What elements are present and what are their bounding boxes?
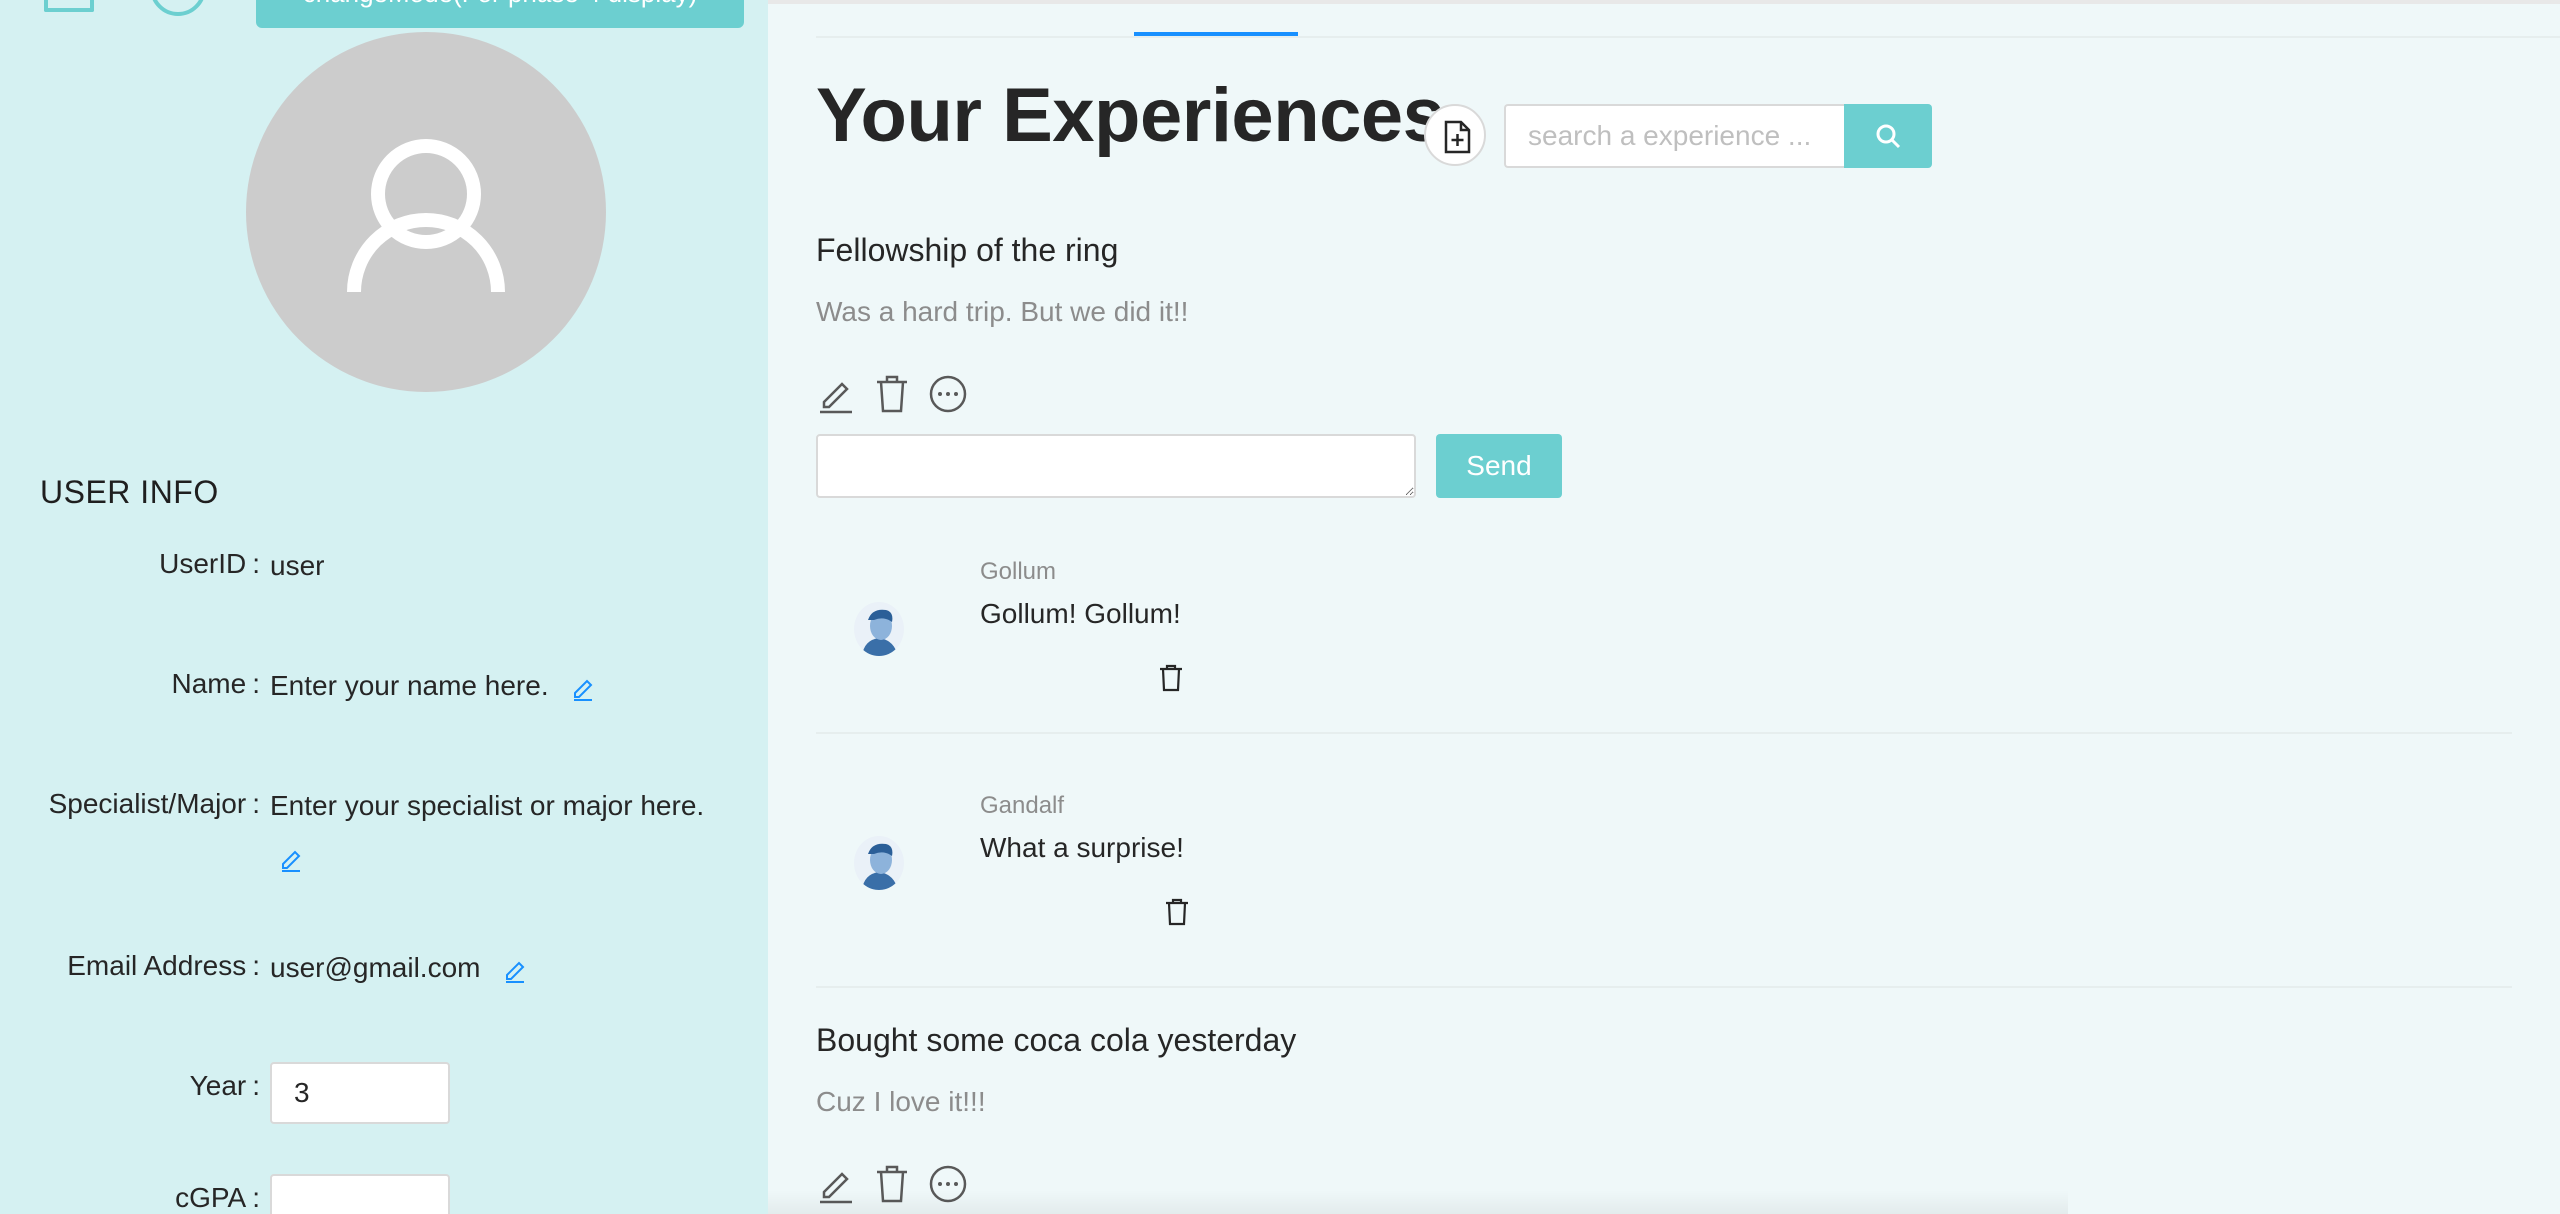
name-value: Enter your name here. [270,670,596,702]
active-tab-indicator [1134,32,1298,36]
cgpa-row: cGPA: [0,1174,768,1214]
page-title: Your Experiences [816,73,1445,158]
search-button[interactable] [1844,104,1932,168]
comment-item: Gandalf What a surprise! [816,792,2512,1006]
userid-label: UserID: [159,548,260,579]
edit-name-icon[interactable] [570,675,596,701]
major-label: Specialist/Major: [48,788,260,819]
year-label: Year: [189,1070,260,1101]
name-text: Enter your name here. [270,670,549,701]
send-button[interactable]: Send [1436,434,1562,498]
email-text: user@gmail.com [270,952,481,983]
comment-divider [816,986,2512,988]
add-experience-button[interactable] [1424,104,1486,166]
year-row: Year: [0,1062,768,1130]
user-info-heading: USER INFO [40,474,219,510]
file-add-icon [1444,120,1471,154]
cgpa-input[interactable] [270,1174,450,1214]
bottom-shadow [768,1190,2068,1214]
comment-divider [816,732,2512,734]
email-value: user@gmail.com [270,952,528,984]
menu-icon[interactable] [44,0,94,12]
edit-email-icon[interactable] [502,957,528,983]
comment-author: Gollum [980,558,1057,585]
experience-title: Fellowship of the ring [816,232,1119,268]
sidebar: changeMode(For phase 4 display) USER INF… [0,0,768,1214]
search-input[interactable] [1504,104,1844,168]
edit-major-icon[interactable] [278,846,304,872]
year-input[interactable] [270,1062,450,1124]
cgpa-label: cGPA: [175,1182,260,1213]
major-value: Enter your specialist or major here. [270,790,705,821]
search-icon [1876,124,1901,149]
delete-comment-icon[interactable] [1164,898,1190,926]
userid-row: UserID: user [0,548,768,608]
message-icon[interactable] [928,374,968,414]
tabs-divider [816,36,2560,38]
experience-description: Cuz I love it!!! [816,1086,986,1117]
top-border [768,0,2560,4]
user-icon [347,139,505,293]
profile-icon[interactable] [150,0,206,16]
delete-comment-icon[interactable] [1158,664,1184,692]
userid-value: user [270,550,325,581]
comment-input[interactable] [816,434,1416,498]
delete-icon[interactable] [872,374,912,414]
comment-author: Gandalf [980,792,1065,819]
main-content: Your Experiences Fellowship of the ring … [768,0,2560,1214]
name-row: Name: Enter your name here. [0,668,768,728]
experience-description: Was a hard trip. But we did it!! [816,296,1189,327]
profile-avatar [246,32,606,392]
major-row: Specialist/Major: Enter your specialist … [0,788,768,898]
email-label: Email Address: [67,950,260,981]
comment-content: Gollum! Gollum! [980,598,1181,629]
commenter-avatar [854,836,904,890]
name-label: Name: [171,668,260,699]
email-row: Email Address: user@gmail.com [0,950,768,1010]
experience-title: Bought some coca cola yesterday [816,1022,1297,1058]
change-mode-button[interactable]: changeMode(For phase 4 display) [256,0,744,28]
comment-item: Gollum Gollum! Gollum! [816,558,2512,772]
comment-content: What a surprise! [980,832,1184,863]
edit-icon[interactable] [816,374,856,414]
commenter-avatar [854,602,904,656]
